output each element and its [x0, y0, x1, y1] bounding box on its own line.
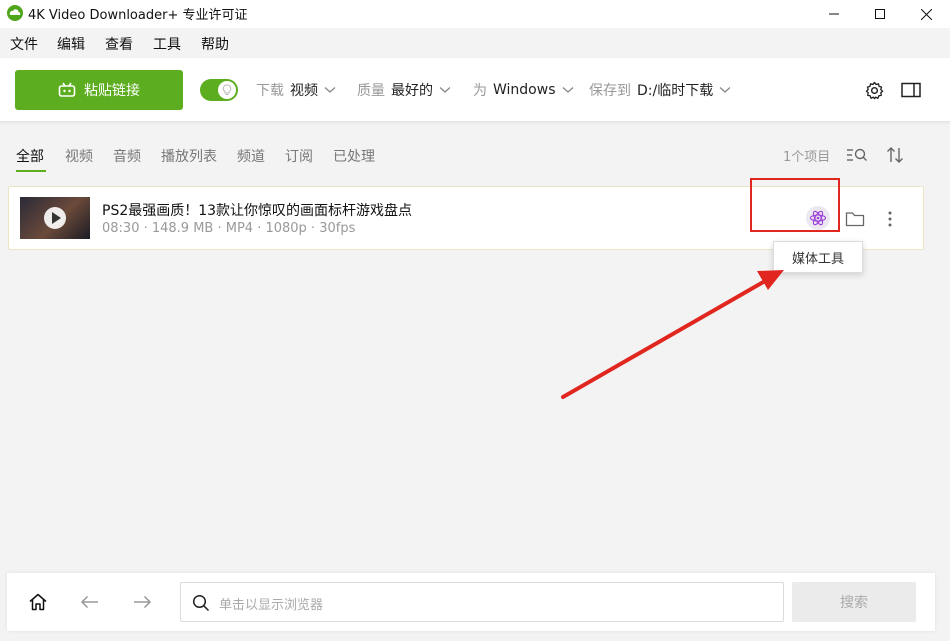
paste-link-icon [58, 82, 76, 97]
title-bar: 4K Video Downloader+ 专业许可证 [0, 0, 950, 28]
open-folder-button[interactable] [843, 207, 867, 231]
quality-label: 质量 [357, 83, 385, 99]
save-location-label: 保存到 [589, 83, 631, 99]
sort-icon [887, 147, 903, 163]
item-count: 1个项目 [783, 150, 831, 165]
forward-button[interactable] [130, 591, 154, 613]
more-options-button[interactable] [878, 207, 902, 231]
folder-icon [845, 212, 865, 227]
forward-arrow-icon [134, 595, 152, 609]
home-icon [29, 593, 47, 611]
home-button[interactable] [26, 591, 50, 613]
tab-audio[interactable]: 音频 [113, 146, 141, 166]
tab-channel[interactable]: 频道 [237, 146, 265, 166]
video-thumbnail[interactable] [20, 197, 90, 239]
sidebar-toggle-button[interactable] [900, 79, 922, 101]
download-type-dropdown[interactable]: 下载 视频 [256, 80, 336, 100]
chevron-down-icon [719, 87, 731, 93]
filter-search-icon [847, 148, 867, 161]
menu-edit[interactable]: 编辑 [57, 34, 85, 54]
search-button[interactable]: 搜索 [792, 582, 916, 622]
sort-button[interactable] [884, 145, 906, 165]
tab-processed[interactable]: 已处理 [333, 146, 375, 166]
menu-help[interactable]: 帮助 [201, 34, 229, 54]
menu-bar: 文件 编辑 查看 工具 帮助 [0, 28, 950, 58]
quality-value: 最好的 [391, 83, 433, 99]
minimize-button[interactable] [811, 0, 857, 28]
maximize-button[interactable] [857, 0, 903, 28]
window-title: 4K Video Downloader+ 专业许可证 [28, 8, 248, 23]
close-icon [920, 8, 932, 20]
tab-subscription[interactable]: 订阅 [285, 146, 313, 166]
filter-search-button[interactable] [846, 145, 868, 165]
smart-mode-toggle[interactable] [200, 79, 238, 101]
search-icon [192, 594, 210, 612]
annotation-highlight-box [750, 178, 840, 232]
settings-gear-icon [865, 81, 883, 99]
quality-dropdown[interactable]: 质量 最好的 [357, 80, 451, 100]
menu-file[interactable]: 文件 [10, 34, 38, 54]
save-location-dropdown[interactable]: 保存到 D:/临时下载 [589, 80, 731, 100]
save-location-value: D:/临时下载 [637, 83, 714, 99]
chevron-down-icon [562, 87, 573, 93]
active-tab-indicator [16, 170, 46, 172]
settings-button[interactable] [863, 79, 885, 101]
download-type-value: 视频 [290, 83, 318, 99]
platform-label: 为 [473, 83, 487, 99]
back-button[interactable] [78, 591, 102, 613]
chevron-down-icon [439, 87, 451, 93]
tab-playlist[interactable]: 播放列表 [161, 146, 217, 166]
toolbar: 粘贴链接 下载 视频 质量 最好的 为 Windows 保存到 D:/临时下载 [0, 58, 950, 122]
search-placeholder: 单击以显示浏览器 [219, 598, 324, 613]
maximize-icon [875, 9, 885, 19]
tab-video[interactable]: 视频 [65, 146, 93, 166]
sidebar-panel-icon [901, 82, 921, 98]
tab-all[interactable]: 全部 [16, 146, 44, 166]
smart-mode-bulb-icon [218, 81, 236, 99]
play-icon[interactable] [44, 207, 66, 229]
platform-value: Windows [493, 82, 556, 98]
media-tools-tooltip: 媒体工具 [773, 241, 863, 273]
back-arrow-icon [80, 595, 98, 609]
platform-dropdown[interactable]: 为 Windows [473, 80, 574, 100]
item-title: PS2最强画质！13款让你惊叹的画面标杆游戏盘点 [102, 203, 413, 219]
close-button[interactable] [903, 0, 949, 28]
download-type-label: 下载 [256, 83, 284, 99]
browser-bar: 单击以显示浏览器 搜索 [7, 573, 935, 631]
chevron-down-icon [324, 87, 336, 93]
menu-view[interactable]: 查看 [105, 34, 133, 54]
item-meta: 08:30 · 148.9 MB · MP4 · 1080p · 30fps [102, 221, 356, 236]
browser-search-input[interactable]: 单击以显示浏览器 [180, 582, 784, 622]
menu-tools[interactable]: 工具 [153, 34, 181, 54]
app-logo-icon [7, 5, 23, 21]
paste-link-label: 粘贴链接 [84, 83, 140, 99]
minimize-icon [829, 13, 839, 15]
more-vertical-icon [888, 211, 892, 227]
paste-link-button[interactable]: 粘贴链接 [15, 70, 183, 110]
